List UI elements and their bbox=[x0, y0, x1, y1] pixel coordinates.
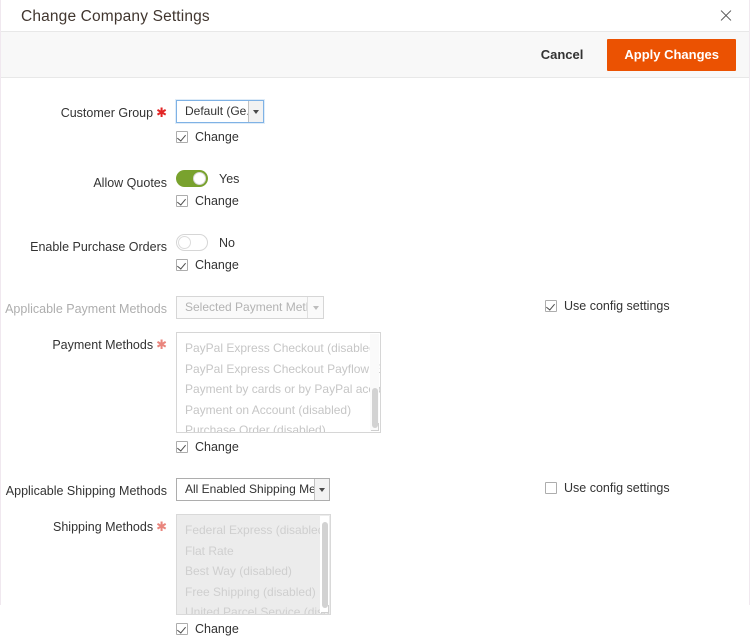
purchase-orders-change-label: Change bbox=[195, 258, 239, 272]
customer-group-change-checkbox[interactable] bbox=[176, 131, 188, 143]
label-allow-quotes: Allow Quotes bbox=[93, 176, 167, 190]
list-item[interactable]: Flat Rate bbox=[177, 541, 330, 562]
cancel-button[interactable]: Cancel bbox=[531, 41, 594, 68]
list-item[interactable]: PayPal Express Checkout Payflow Edition … bbox=[177, 359, 380, 380]
scrollbar-thumb[interactable] bbox=[321, 522, 328, 608]
field-applicable-shipping-methods: Applicable Shipping Methods All Enabled … bbox=[1, 478, 749, 501]
applicable-payment-methods-select-value: Selected Payment Methods bbox=[185, 300, 307, 314]
shipping-methods-change-checkbox[interactable] bbox=[176, 623, 188, 635]
field-shipping-methods: Shipping Methods ✱ Federal Express (disab… bbox=[1, 514, 749, 636]
purchase-orders-toggle[interactable] bbox=[176, 234, 208, 251]
list-item[interactable]: Purchase Order (disabled) bbox=[177, 420, 380, 432]
label-shipping-methods: Shipping Methods ✱ bbox=[1, 514, 176, 537]
payment-methods-change-label: Change bbox=[195, 440, 239, 454]
shipping-use-config-row[interactable]: Use config settings bbox=[545, 481, 670, 495]
close-icon[interactable] bbox=[715, 5, 737, 27]
list-item[interactable]: Payment by cards or by PayPal account (d… bbox=[177, 379, 380, 400]
chevron-down-icon bbox=[313, 479, 329, 500]
shipping-methods-listbox[interactable]: Federal Express (disabled) Flat Rate Bes… bbox=[176, 514, 331, 615]
list-item[interactable]: Best Way (disabled) bbox=[177, 561, 330, 582]
shipping-methods-change-label: Change bbox=[195, 622, 239, 636]
allow-quotes-toggle-row[interactable]: Yes bbox=[176, 170, 749, 187]
payment-use-config-label: Use config settings bbox=[564, 299, 670, 313]
allow-quotes-toggle-state: Yes bbox=[219, 171, 240, 186]
allow-quotes-toggle[interactable] bbox=[176, 170, 208, 187]
applicable-payment-methods-select[interactable]: Selected Payment Methods bbox=[176, 296, 324, 319]
chevron-down-icon bbox=[247, 101, 263, 122]
purchase-orders-toggle-row[interactable]: No bbox=[176, 234, 749, 251]
shipping-use-config-label: Use config settings bbox=[564, 481, 670, 495]
field-enable-purchase-orders: Enable Purchase Orders No Change bbox=[1, 234, 749, 272]
modal-titlebar: Change Company Settings bbox=[1, 0, 749, 31]
customer-group-select-value: Default (Ge... bbox=[185, 104, 248, 118]
label-payment-methods: Payment Methods ✱ bbox=[1, 332, 176, 355]
list-item[interactable]: Federal Express (disabled) bbox=[177, 520, 330, 541]
field-customer-group: Customer Group✱ Default (Ge... Change bbox=[1, 100, 749, 144]
allow-quotes-change-row[interactable]: Change bbox=[176, 194, 749, 208]
payment-methods-change-checkbox[interactable] bbox=[176, 441, 188, 453]
list-item[interactable]: Free Shipping (disabled) bbox=[177, 582, 330, 603]
resize-handle-icon[interactable] bbox=[321, 605, 329, 613]
payment-use-config-row[interactable]: Use config settings bbox=[545, 299, 670, 313]
allow-quotes-change-label: Change bbox=[195, 194, 239, 208]
payment-methods-scrollbar[interactable] bbox=[370, 334, 379, 431]
label-customer-group: Customer Group ✱ bbox=[1, 100, 176, 123]
payment-methods-listbox[interactable]: PayPal Express Checkout (disabled) PayPa… bbox=[176, 332, 381, 433]
field-applicable-payment-methods: Applicable Payment Methods Selected Paym… bbox=[1, 296, 749, 319]
modal-toolbar: Cancel Apply Changes bbox=[1, 31, 749, 78]
label-enable-purchase-orders: Enable Purchase Orders bbox=[30, 240, 167, 254]
shipping-methods-change-row[interactable]: Change bbox=[176, 622, 749, 636]
customer-group-select[interactable]: Default (Ge... bbox=[176, 100, 264, 123]
field-payment-methods: Payment Methods ✱ PayPal Express Checkout… bbox=[1, 332, 749, 454]
chevron-down-icon bbox=[307, 297, 323, 318]
shipping-use-config-checkbox[interactable] bbox=[545, 482, 557, 494]
label-customer-group-text: Customer Group bbox=[60, 106, 154, 120]
customer-group-change-label: Change bbox=[195, 130, 239, 144]
apply-changes-button[interactable]: Apply Changes bbox=[607, 38, 736, 71]
shipping-methods-scrollbar[interactable] bbox=[320, 516, 329, 613]
payment-use-config-checkbox[interactable] bbox=[545, 300, 557, 312]
payment-methods-change-row[interactable]: Change bbox=[176, 440, 749, 454]
required-asterisk: ✱ bbox=[156, 519, 167, 534]
purchase-orders-change-row[interactable]: Change bbox=[176, 258, 749, 272]
page-title: Change Company Settings bbox=[21, 7, 210, 25]
applicable-shipping-methods-select[interactable]: All Enabled Shipping Methods bbox=[176, 478, 330, 501]
settings-form: Customer Group✱ Default (Ge... Change Al… bbox=[1, 78, 749, 636]
list-item[interactable]: United Parcel Service (disabled) bbox=[177, 602, 330, 614]
purchase-orders-change-checkbox[interactable] bbox=[176, 259, 188, 271]
label-applicable-payment-methods: Applicable Payment Methods bbox=[5, 302, 167, 316]
required-asterisk: ✱ bbox=[156, 337, 167, 352]
resize-handle-icon[interactable] bbox=[371, 423, 379, 431]
applicable-shipping-methods-select-value: All Enabled Shipping Methods bbox=[185, 482, 314, 496]
field-allow-quotes: Allow Quotes Yes Change bbox=[1, 170, 749, 208]
required-asterisk: ✱ bbox=[156, 105, 167, 120]
label-shipping-methods-text: Shipping Methods bbox=[53, 520, 154, 534]
change-company-settings-modal: Change Company Settings Cancel Apply Cha… bbox=[0, 0, 750, 636]
allow-quotes-change-checkbox[interactable] bbox=[176, 195, 188, 207]
list-item[interactable]: Payment on Account (disabled) bbox=[177, 400, 380, 421]
label-applicable-shipping-methods: Applicable Shipping Methods bbox=[5, 484, 167, 498]
scrollbar-thumb[interactable] bbox=[371, 388, 378, 428]
customer-group-change-row[interactable]: Change bbox=[176, 130, 749, 144]
purchase-orders-toggle-state: No bbox=[219, 235, 235, 250]
label-payment-methods-text: Payment Methods bbox=[52, 338, 154, 352]
list-item[interactable]: PayPal Express Checkout (disabled) bbox=[177, 338, 380, 359]
